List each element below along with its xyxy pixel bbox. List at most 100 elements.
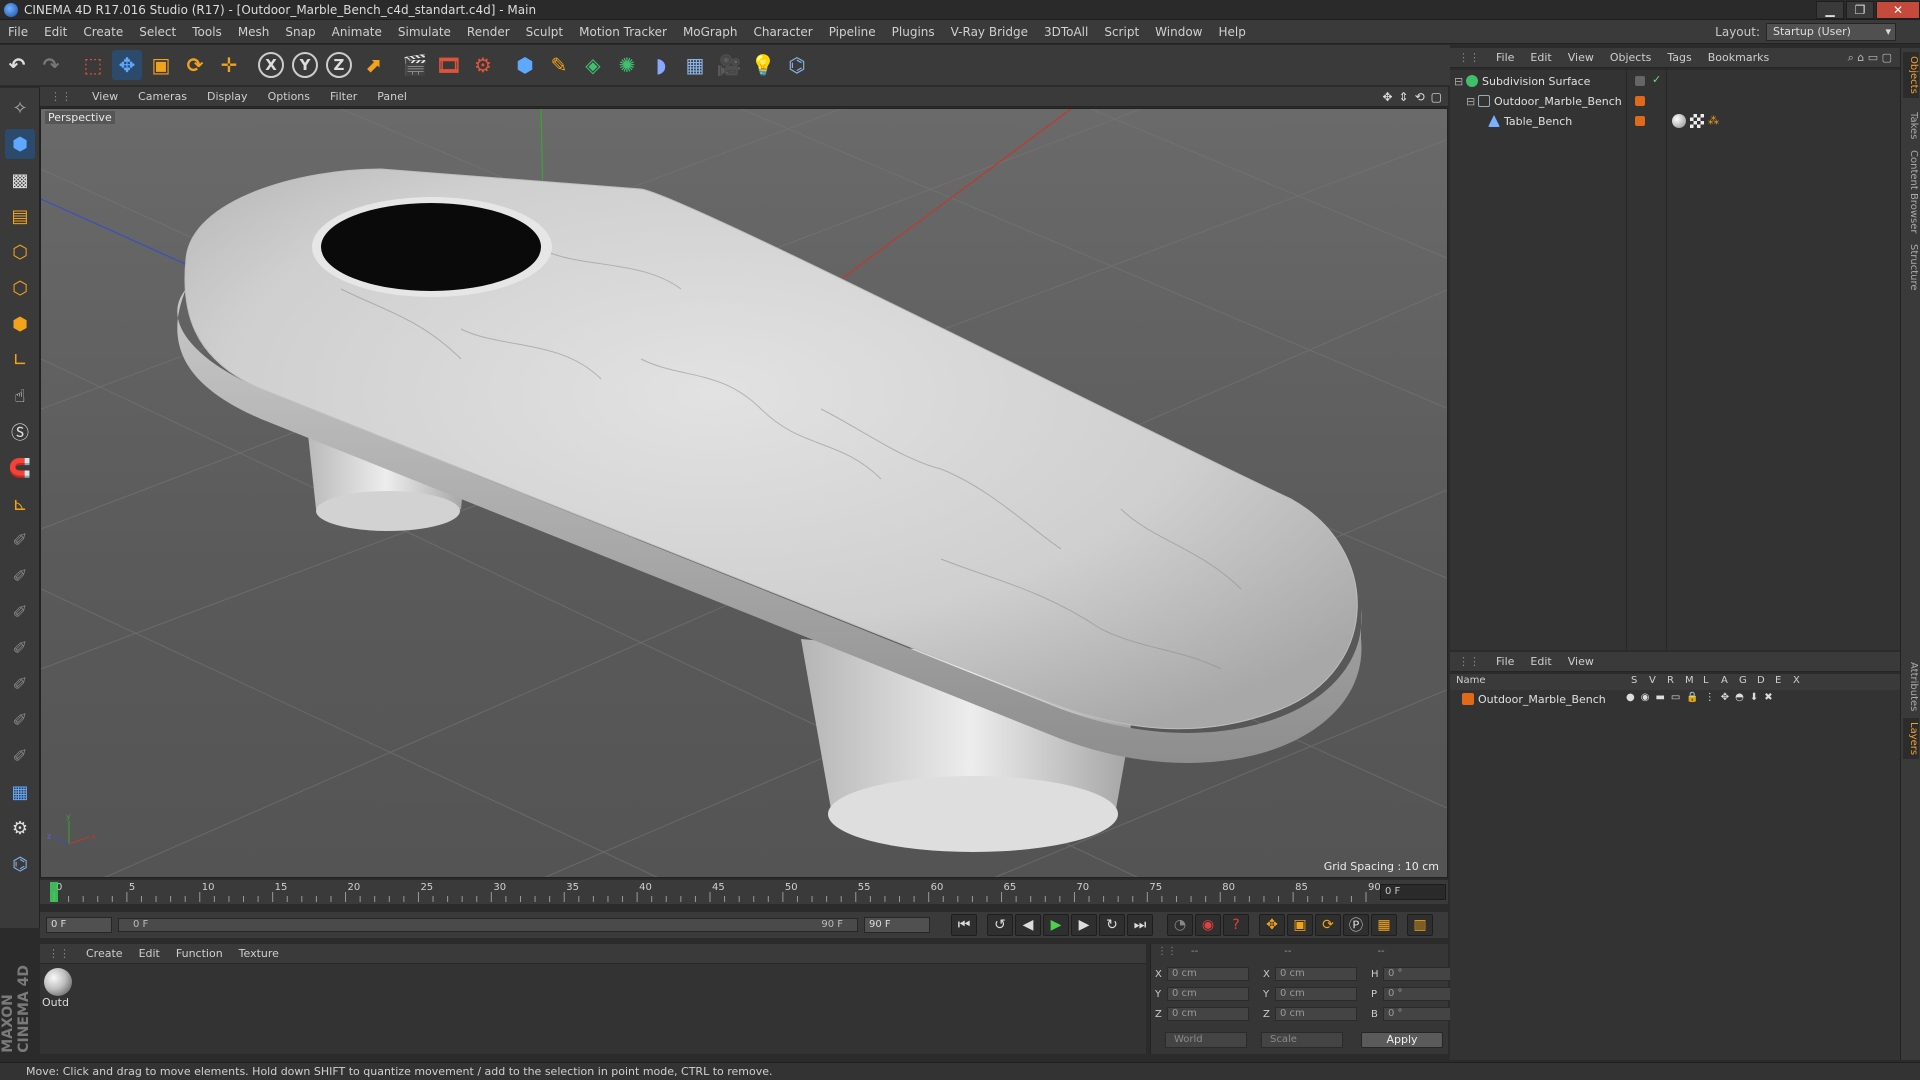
tags-column-divider[interactable] xyxy=(1666,70,1667,650)
menu-edit[interactable]: Edit xyxy=(36,20,75,44)
playhead[interactable] xyxy=(50,882,58,902)
rotate-tool-icon[interactable]: ⟳ xyxy=(180,50,210,80)
spline-pen-icon[interactable]: ✎ xyxy=(544,50,574,80)
end-frame-field[interactable]: 90 F xyxy=(864,917,930,933)
motion-record-icon[interactable]: ◔ xyxy=(1167,914,1193,936)
points-mode-icon[interactable]: ⬡ xyxy=(5,237,35,267)
object-row-outdoor-marble-bench[interactable]: ⊟ Outdoor_Marble_Bench xyxy=(1466,92,1622,110)
close-button[interactable]: ✕ xyxy=(1876,1,1920,19)
viewport-menu-view[interactable]: View xyxy=(82,87,128,107)
transform-tool-icon[interactable]: ✛ xyxy=(214,50,244,80)
size-y-field[interactable]: 0 cm xyxy=(1275,987,1357,1001)
menu-plugins[interactable]: Plugins xyxy=(884,20,943,44)
render-settings-icon[interactable]: ⚙ xyxy=(468,50,498,80)
menu-create[interactable]: Create xyxy=(75,20,131,44)
go-to-end-icon[interactable]: ⏭ xyxy=(1127,914,1153,936)
light-icon[interactable]: 💡 xyxy=(748,50,778,80)
scale-tool-icon[interactable]: ▣ xyxy=(146,50,176,80)
texture-mode-icon[interactable]: ▩ xyxy=(5,165,35,195)
material-menu-texture[interactable]: Texture xyxy=(231,944,287,964)
key-pla-icon[interactable]: ▦ xyxy=(1371,914,1397,936)
size-z-field[interactable]: 0 cm xyxy=(1275,1007,1357,1021)
layout-dropdown[interactable]: Startup (User) xyxy=(1766,23,1896,41)
pan-icon[interactable]: ✥ xyxy=(1382,90,1392,104)
material-tag-icon[interactable] xyxy=(1672,114,1686,128)
viewport-label[interactable]: Perspective xyxy=(45,111,115,124)
record-active-icon[interactable]: ◉ xyxy=(1195,914,1221,936)
maximize-view-icon[interactable]: ▢ xyxy=(1431,90,1442,104)
viewport-menu-options[interactable]: Options xyxy=(258,87,320,107)
uvw-tag-icon[interactable] xyxy=(1690,114,1704,128)
object-menu-file[interactable]: File xyxy=(1488,48,1522,68)
workplane-icon[interactable]: ⊾ xyxy=(5,489,35,519)
go-to-previous-key-icon[interactable]: ↺ xyxy=(987,914,1013,936)
maximize-button[interactable]: ❐ xyxy=(1846,1,1874,19)
object-row-table-bench[interactable]: Table_Bench xyxy=(1488,112,1572,130)
material-menu-create[interactable]: Create xyxy=(78,944,131,964)
coordinate-system-icon[interactable]: ⬈ xyxy=(358,50,388,80)
key-position-icon[interactable]: ✥ xyxy=(1259,914,1285,936)
paint-brush-icon[interactable]: ✐ xyxy=(5,561,35,591)
go-to-start-icon[interactable]: ⏮ xyxy=(951,914,977,936)
menu-sculpt[interactable]: Sculpt xyxy=(518,20,571,44)
object-column-divider[interactable] xyxy=(1626,70,1627,650)
viewport-menu-panel[interactable]: Panel xyxy=(367,87,417,107)
edges-mode-icon[interactable]: ⬡ xyxy=(5,273,35,303)
side-tab-content-browser[interactable]: Content Browser xyxy=(1903,146,1919,237)
model-mode-icon[interactable]: ⬢ xyxy=(5,129,35,159)
mograph-cloner-icon[interactable]: ✺ xyxy=(612,50,642,80)
redo-icon[interactable]: ↷ xyxy=(36,50,66,80)
size-x-field[interactable]: 0 cm xyxy=(1275,967,1357,981)
material-menu-edit[interactable]: Edit xyxy=(131,944,168,964)
step-back-icon[interactable]: ◀ xyxy=(1015,914,1041,936)
menu-mesh[interactable]: Mesh xyxy=(230,20,278,44)
object-menu-view[interactable]: View xyxy=(1560,48,1602,68)
table-layer-tag[interactable] xyxy=(1635,116,1645,126)
layer-row-outdoor-marble-bench[interactable]: Outdoor_Marble_Bench xyxy=(1462,690,1606,708)
enabled-check-icon[interactable]: ✓ xyxy=(1652,73,1661,86)
cube-primitive-icon[interactable]: ⬢ xyxy=(510,50,540,80)
timeline-ruler[interactable]: 0 5 10 15 20 25 30 35 40 45 50 55 60 65 70 75 80 85 90 xyxy=(40,880,1448,904)
camera-icon[interactable]: 🎥 xyxy=(714,50,744,80)
coordinate-mode-dropdown[interactable]: World xyxy=(1165,1032,1247,1048)
side-tab-structure[interactable]: Structure xyxy=(1903,240,1919,295)
knife-tool-icon[interactable]: ✐ xyxy=(5,669,35,699)
bevel-tool-icon[interactable]: ✐ xyxy=(5,705,35,735)
grid-lock-icon[interactable]: ▦ xyxy=(5,777,35,807)
move-tool-icon[interactable]: ✥ xyxy=(112,50,142,80)
layer-menu-edit[interactable]: Edit xyxy=(1522,652,1559,672)
menu-render[interactable]: Render xyxy=(459,20,518,44)
material-preview-ball[interactable] xyxy=(44,968,72,996)
extrude-tool-icon[interactable]: ✐ xyxy=(5,741,35,771)
menu-snap[interactable]: Snap xyxy=(277,20,323,44)
smooth-brush-icon[interactable]: ✐ xyxy=(5,597,35,627)
python-console-icon[interactable]: ⌬ xyxy=(5,849,35,879)
menu-window[interactable]: Window xyxy=(1147,20,1210,44)
object-row-subdivision-surface[interactable]: ⊟ Subdivision Surface xyxy=(1454,72,1590,90)
step-forward-icon[interactable]: ▶ xyxy=(1071,914,1097,936)
menu-help[interactable]: Help xyxy=(1210,20,1253,44)
side-tab-takes[interactable]: Takes xyxy=(1903,108,1919,143)
live-selection-icon[interactable]: ⬚ xyxy=(78,50,108,80)
material-name[interactable]: Outd xyxy=(42,996,69,1009)
phong-tag-icon[interactable]: ⁂ xyxy=(1708,114,1719,127)
key-scale-icon[interactable]: ▣ xyxy=(1287,914,1313,936)
menu-select[interactable]: Select xyxy=(131,20,184,44)
enable-axis-icon[interactable]: ∟ xyxy=(5,345,35,375)
workplane-mode-icon[interactable]: ▤ xyxy=(5,201,35,231)
position-x-field[interactable]: 0 cm xyxy=(1167,967,1249,981)
menu-vray-bridge[interactable]: V-Ray Bridge xyxy=(943,20,1036,44)
timeline-layout-icon[interactable]: ▥ xyxy=(1407,914,1433,936)
play-forward-icon[interactable]: ▶ xyxy=(1043,914,1069,936)
layer-color-swatch[interactable] xyxy=(1462,693,1474,705)
collapse-icon[interactable]: ⊟ xyxy=(1466,95,1478,108)
subdivision-generator-icon[interactable]: ◈ xyxy=(578,50,608,80)
menu-3dtoall[interactable]: 3DToAll xyxy=(1036,20,1096,44)
z-axis-lock-button[interactable]: Z xyxy=(324,50,354,80)
frame-range-slider[interactable]: 0 F 90 F xyxy=(118,918,858,932)
autokey-icon[interactable]: ? xyxy=(1223,914,1249,936)
side-tab-objects[interactable]: Objects xyxy=(1903,52,1919,98)
key-parameter-icon[interactable]: Ⓟ xyxy=(1343,914,1369,936)
perspective-viewport[interactable]: y x z Perspective Grid Spacing : 10 cm xyxy=(40,108,1448,878)
material-menu-function[interactable]: Function xyxy=(168,944,231,964)
